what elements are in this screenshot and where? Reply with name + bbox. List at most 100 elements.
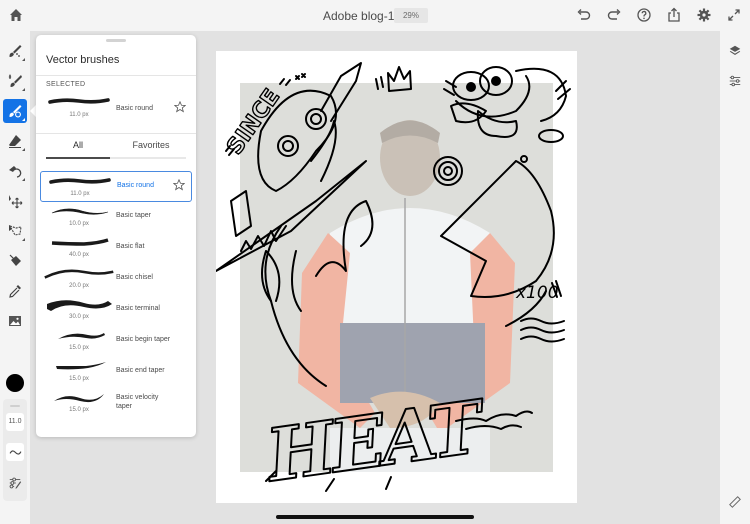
brush-item-basic-begin-taper[interactable]: 15.0 px Basic begin taper (40, 326, 192, 357)
x100-lettering: x100 (515, 283, 559, 303)
brush-item-basic-flat[interactable]: 40.0 px Basic flat (40, 233, 192, 264)
tab-favorites[interactable]: Favorites (116, 137, 186, 159)
share-icon (668, 7, 680, 22)
tab-all[interactable]: All (46, 137, 110, 159)
divider (36, 75, 196, 76)
brush-name: Basic terminal (116, 305, 160, 312)
settings-icon (697, 8, 711, 22)
live-brush-tool[interactable] (3, 69, 27, 93)
selected-brush-size: 11.0 px (69, 112, 89, 118)
brush-stroke-preview (44, 235, 114, 251)
top-bar: Adobe blog-1-1 29% (0, 0, 750, 31)
brush-item-basic-terminal[interactable]: 30.0 px Basic terminal (40, 295, 192, 326)
undo-button[interactable] (576, 7, 592, 23)
smudge-tool[interactable] (3, 159, 27, 183)
layers-button[interactable] (727, 43, 743, 59)
brush-stroke-preview (44, 297, 114, 313)
home-button[interactable] (8, 7, 24, 23)
brush-stroke-preview (44, 359, 114, 375)
help-button[interactable] (636, 7, 652, 23)
eyedropper-tool[interactable] (3, 279, 27, 303)
lasso-tool[interactable] (3, 219, 27, 243)
brush-size: 15.0 px (69, 407, 89, 413)
place-image-tool[interactable] (3, 309, 27, 333)
help-icon (637, 8, 651, 22)
home-indicator[interactable] (276, 515, 474, 519)
tab-track (110, 157, 186, 159)
eraser-tool[interactable] (3, 129, 27, 153)
brush-name: Basic begin taper (116, 336, 171, 343)
since-lettering: SINCE (222, 85, 285, 160)
brush-tabs: All Favorites (46, 137, 186, 159)
divider (36, 133, 196, 134)
brush-stroke-preview (44, 328, 114, 344)
brush-name: Basic round (117, 182, 154, 189)
brush-name: Basic velocity taper (116, 394, 159, 410)
brush-size: 40.0 px (69, 252, 89, 258)
brush-stroke-preview (44, 204, 114, 220)
brush-name: Basic chisel (116, 274, 153, 281)
selected-brush-stroke-preview (44, 95, 114, 111)
image-icon (9, 316, 21, 326)
panel-title: Vector brushes (46, 54, 120, 66)
redo-icon (607, 9, 621, 20)
fullscreen-button[interactable] (726, 7, 742, 23)
brush-stroke-preview (44, 390, 114, 406)
brush-size: 15.0 px (69, 345, 89, 351)
brush-item-basic-velocity-taper[interactable]: 15.0 px Basic velocity taper (40, 388, 192, 419)
brush-name: Basic end taper (116, 367, 165, 374)
left-toolbar: 11.0 (0, 31, 30, 524)
live-brush-icon (8, 74, 22, 87)
brush-settings-button[interactable] (7, 475, 23, 491)
redo-button[interactable] (606, 7, 622, 23)
wave-icon (9, 449, 21, 455)
selected-section-label: SELECTED (46, 81, 86, 88)
fullscreen-icon (728, 9, 740, 21)
brush-name: Basic taper (116, 212, 152, 219)
star-icon[interactable] (173, 179, 185, 191)
star-icon[interactable] (174, 101, 186, 113)
layer-properties-button[interactable] (727, 73, 743, 89)
pixel-brush-tool[interactable] (3, 39, 27, 63)
document-title[interactable]: Adobe blog-1-1 (323, 9, 405, 23)
brush-stroke-preview (44, 266, 114, 282)
share-button[interactable] (666, 7, 682, 23)
panel-drag-handle[interactable] (106, 39, 126, 42)
group-grip[interactable] (10, 405, 20, 407)
brush-size: 11.0 px (70, 191, 90, 197)
lasso-icon (8, 225, 22, 236)
active-tab-indicator (46, 157, 110, 159)
move-icon (9, 195, 23, 209)
vector-brushes-panel: Vector brushes SELECTED 11.0 px Basic ro… (36, 35, 196, 437)
artboard[interactable]: SINCE x100 HEAT (216, 51, 577, 503)
selected-brush[interactable]: 11.0 px Basic round (36, 93, 196, 127)
right-toolbar (720, 31, 750, 524)
transform-tool[interactable] (3, 189, 27, 213)
brush-item-basic-taper[interactable]: 10.0 px Basic taper (40, 202, 192, 233)
brush-item-basic-round[interactable]: 11.0 px Basic round (40, 171, 192, 202)
touch-shortcut-icon (729, 496, 741, 508)
vector-brush-icon (9, 105, 22, 118)
brush-item-basic-end-taper[interactable]: 15.0 px Basic end taper (40, 357, 192, 388)
color-picker-swatch[interactable] (6, 374, 24, 392)
pixel-brush-icon (9, 45, 22, 57)
fill-tool[interactable] (3, 249, 27, 273)
brush-size: 30.0 px (69, 314, 89, 320)
brush-size-button[interactable]: 11.0 (6, 413, 24, 431)
brush-settings-icon (9, 477, 22, 489)
layer-properties-icon (729, 75, 741, 87)
settings-button[interactable] (696, 7, 712, 23)
selected-brush-name: Basic round (116, 105, 153, 112)
zoom-level[interactable]: 29% (394, 8, 428, 23)
heat-lettering: HEAT (260, 383, 492, 498)
brush-item-basic-chisel[interactable]: 20.0 px Basic chisel (40, 264, 192, 295)
brush-smoothing-button[interactable] (6, 443, 24, 461)
brush-size: 10.0 px (69, 221, 89, 227)
touch-shortcut-button[interactable] (727, 494, 743, 510)
brush-name: Basic flat (116, 243, 145, 250)
home-icon (10, 9, 22, 21)
vector-brush-tool[interactable] (3, 99, 27, 123)
brush-stroke-preview (45, 174, 115, 190)
brush-size: 15.0 px (69, 376, 89, 382)
brush-settings-group: 11.0 (3, 399, 27, 501)
